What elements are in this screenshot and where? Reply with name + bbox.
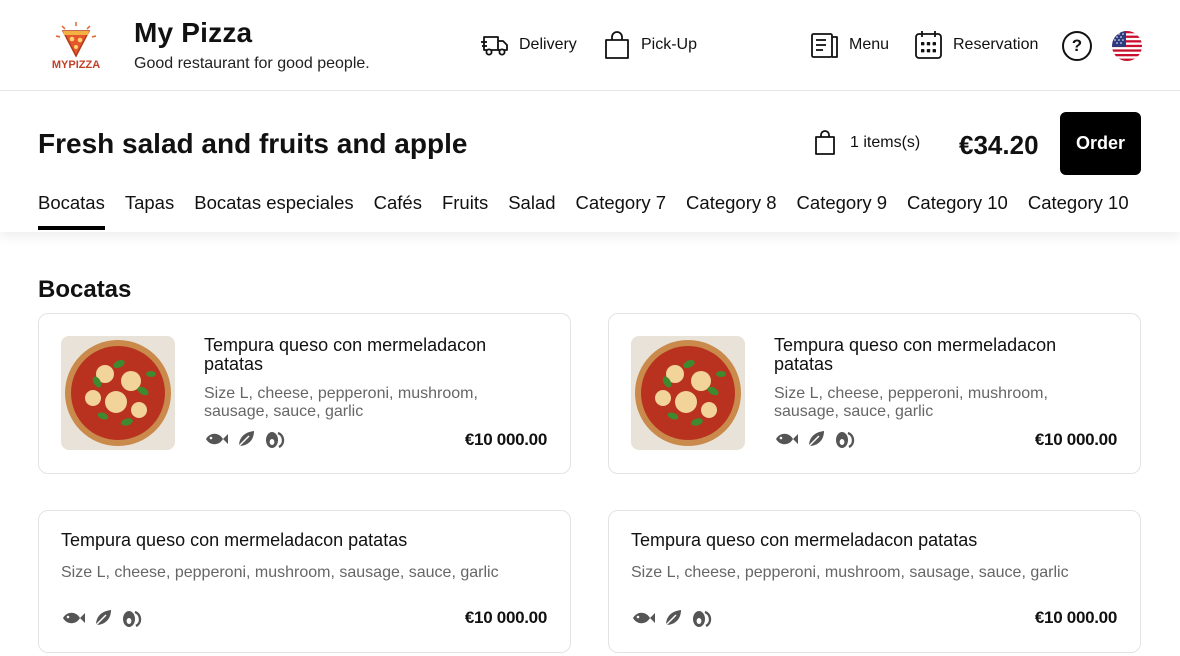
my-pizza-logo[interactable]: MYPIZZA: [48, 20, 104, 72]
product-description: Size L, cheese, pepperoni, mushroom, sau…: [774, 385, 1048, 420]
leaf-icon: [95, 610, 111, 626]
product-title: Tempura queso con mermeladacon patatas: [774, 335, 1057, 374]
product-price: €10 000.00: [464, 608, 547, 627]
nav-menu-label: Menu: [849, 36, 890, 53]
egg-icon: [836, 431, 855, 449]
tab-salad[interactable]: Salad: [508, 192, 555, 230]
order-total: €34.20: [959, 130, 1039, 160]
delivery-truck-icon: [481, 36, 508, 56]
egg-icon: [123, 610, 142, 628]
product-card[interactable]: Tempura queso con mermeladacon patatas S…: [608, 313, 1141, 474]
tab-bocatas[interactable]: Bocatas: [38, 192, 105, 230]
egg-icon: [266, 431, 285, 449]
tab-category-9[interactable]: Category 9: [797, 192, 888, 230]
leaf-icon: [665, 610, 681, 626]
fish-icon: [776, 433, 798, 445]
leaf-icon: [808, 431, 824, 447]
tab-cafes[interactable]: Cafés: [374, 192, 422, 230]
help-icon: ?: [1071, 36, 1083, 55]
fish-icon: [206, 433, 228, 445]
nav-menu[interactable]: Menu: [810, 29, 889, 61]
egg-icon: [693, 610, 712, 628]
tab-category-10-b[interactable]: Category 10: [1028, 192, 1129, 230]
product-price: €10 000.00: [464, 430, 547, 449]
pizza-image: [61, 336, 175, 450]
product-card[interactable]: Tempura queso con mermeladacon patatas S…: [38, 313, 571, 474]
product-title: Tempura queso con mermeladacon patatas: [61, 530, 408, 550]
fish-icon: [633, 612, 655, 624]
cart-summary[interactable]: 1 items(s): [814, 130, 920, 156]
menu-book-icon: [811, 33, 838, 58]
tab-fruits[interactable]: Fruits: [442, 192, 488, 230]
shopping-bag-icon: [815, 130, 835, 155]
pizza-image: [631, 336, 745, 450]
nav-pickup[interactable]: Pick-Up: [603, 29, 697, 61]
product-title: Tempura queso con mermeladacon patatas: [631, 530, 978, 550]
tab-category-8[interactable]: Category 8: [686, 192, 777, 230]
calendar-icon: [915, 31, 942, 59]
product-card[interactable]: Tempura queso con mermeladacon patatas S…: [38, 510, 571, 653]
svg-text:MYPIZZA: MYPIZZA: [52, 59, 100, 71]
order-button[interactable]: Order: [1060, 112, 1141, 175]
brand-tagline: Good restaurant for good people.: [134, 55, 370, 72]
tab-category-10[interactable]: Category 10: [907, 192, 1008, 230]
brand-name: My Pizza: [134, 17, 253, 48]
product-title: Tempura queso con mermeladacon patatas: [204, 335, 487, 374]
nav-delivery-label: Delivery: [519, 36, 577, 53]
allergen-icons: [631, 608, 713, 628]
product-description: Size L, cheese, pepperoni, mushroom, sau…: [204, 385, 478, 420]
nav-pickup-label: Pick-Up: [641, 36, 698, 53]
page-title: Fresh salad and fruits and apple: [38, 128, 468, 159]
tab-bocatas-especiales[interactable]: Bocatas especiales: [194, 192, 353, 230]
cart-count: 1 items(s): [850, 134, 921, 151]
us-flag-icon[interactable]: [1112, 31, 1142, 61]
category-tabs: Bocatas Tapas Bocatas especiales Cafés F…: [38, 192, 1129, 230]
section-title: Bocatas: [38, 276, 132, 303]
nav-reservation[interactable]: Reservation: [914, 29, 1038, 61]
product-price: €10 000.00: [1034, 608, 1117, 627]
allergen-icons: [204, 429, 286, 449]
nav-reservation-label: Reservation: [953, 36, 1039, 53]
product-description: Size L, cheese, pepperoni, mushroom, sau…: [61, 564, 499, 581]
shopping-bag-icon: [605, 31, 629, 59]
nav-delivery[interactable]: Delivery: [481, 29, 577, 61]
product-card[interactable]: Tempura queso con mermeladacon patatas S…: [608, 510, 1141, 653]
allergen-icons: [774, 429, 856, 449]
allergen-icons: [61, 608, 143, 628]
leaf-icon: [238, 431, 254, 447]
help-button[interactable]: ?: [1062, 31, 1092, 61]
tab-tapas[interactable]: Tapas: [125, 192, 174, 230]
product-description: Size L, cheese, pepperoni, mushroom, sau…: [631, 564, 1069, 581]
top-header: MYPIZZA My Pizza Good restaurant for goo…: [0, 0, 1180, 91]
fish-icon: [63, 612, 85, 624]
order-bar: Fresh salad and fruits and apple 1 items…: [0, 92, 1180, 232]
tab-category-7[interactable]: Category 7: [576, 192, 667, 230]
product-price: €10 000.00: [1034, 430, 1117, 449]
